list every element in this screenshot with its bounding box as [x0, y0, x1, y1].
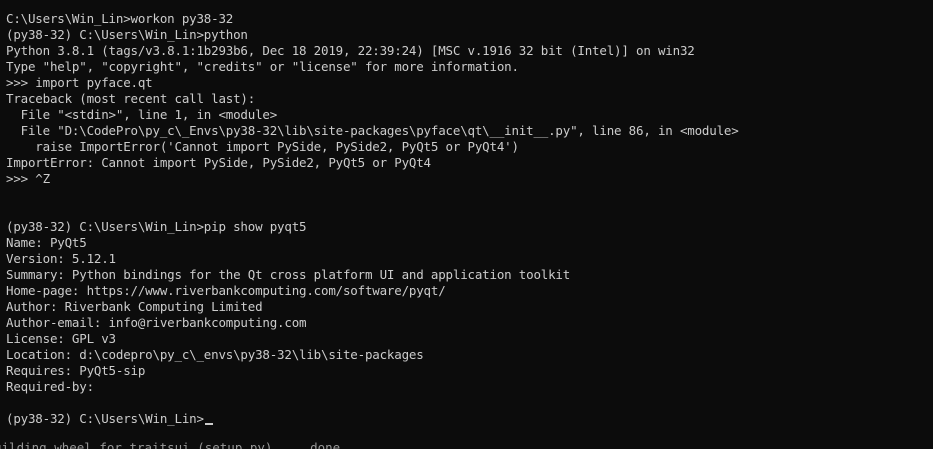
terminal-line: Author: Riverbank Computing Limited — [6, 299, 263, 314]
terminal-line: Requires: PyQt5-sip — [6, 363, 146, 378]
terminal-line: Location: d:\codepro\py_c\_envs\py38-32\… — [6, 347, 424, 362]
terminal-line: Type "help", "copyright", "credits" or "… — [6, 59, 519, 74]
terminal-line: Author-email: info@riverbankcomputing.co… — [6, 315, 307, 330]
terminal-window[interactable]: C:\Users\Win_Lin>workon py38-32 (py38-32… — [0, 0, 933, 438]
terminal-line: Summary: Python bindings for the Qt cros… — [6, 267, 571, 282]
terminal-line: Required-by: — [6, 379, 94, 394]
terminal-line: ImportError: Cannot import PySide, PySid… — [6, 155, 431, 170]
terminal-line: Python 3.8.1 (tags/v3.8.1:1b293b6, Dec 1… — [6, 43, 695, 58]
terminal-line: (py38-32) C:\Users\Win_Lin>python — [6, 27, 248, 42]
terminal-line: >>> import pyface.qt — [6, 75, 153, 90]
terminal-line: C:\Users\Win_Lin>workon py38-32 — [6, 11, 234, 26]
terminal-line: License: GPL v3 — [6, 331, 116, 346]
underlying-window-strip: uilding wheel for traitsui (setup.py) ..… — [0, 438, 933, 449]
text-cursor — [204, 423, 213, 425]
terminal-prompt-line[interactable]: (py38-32) C:\Users\Win_Lin> — [6, 411, 213, 427]
terminal-line: File "<stdin>", line 1, in <module> — [6, 107, 278, 122]
terminal-line: Name: PyQt5 — [6, 235, 87, 250]
terminal-line: raise ImportError('Cannot import PySide,… — [6, 139, 519, 154]
terminal-line: >>> ^Z — [6, 171, 50, 186]
terminal-line: Traceback (most recent call last): — [6, 91, 256, 106]
prompt-text: (py38-32) C:\Users\Win_Lin> — [6, 411, 204, 426]
terminal-line: File "D:\CodePro\py_c\_Envs\py38-32\lib\… — [6, 123, 739, 138]
terminal-line: Version: 5.12.1 — [6, 251, 116, 266]
underlying-text: uilding wheel for traitsui (setup.py) ..… — [0, 440, 341, 449]
terminal-line: Home-page: https://www.riverbankcomputin… — [6, 283, 446, 298]
terminal-line: (py38-32) C:\Users\Win_Lin>pip show pyqt… — [6, 219, 307, 234]
